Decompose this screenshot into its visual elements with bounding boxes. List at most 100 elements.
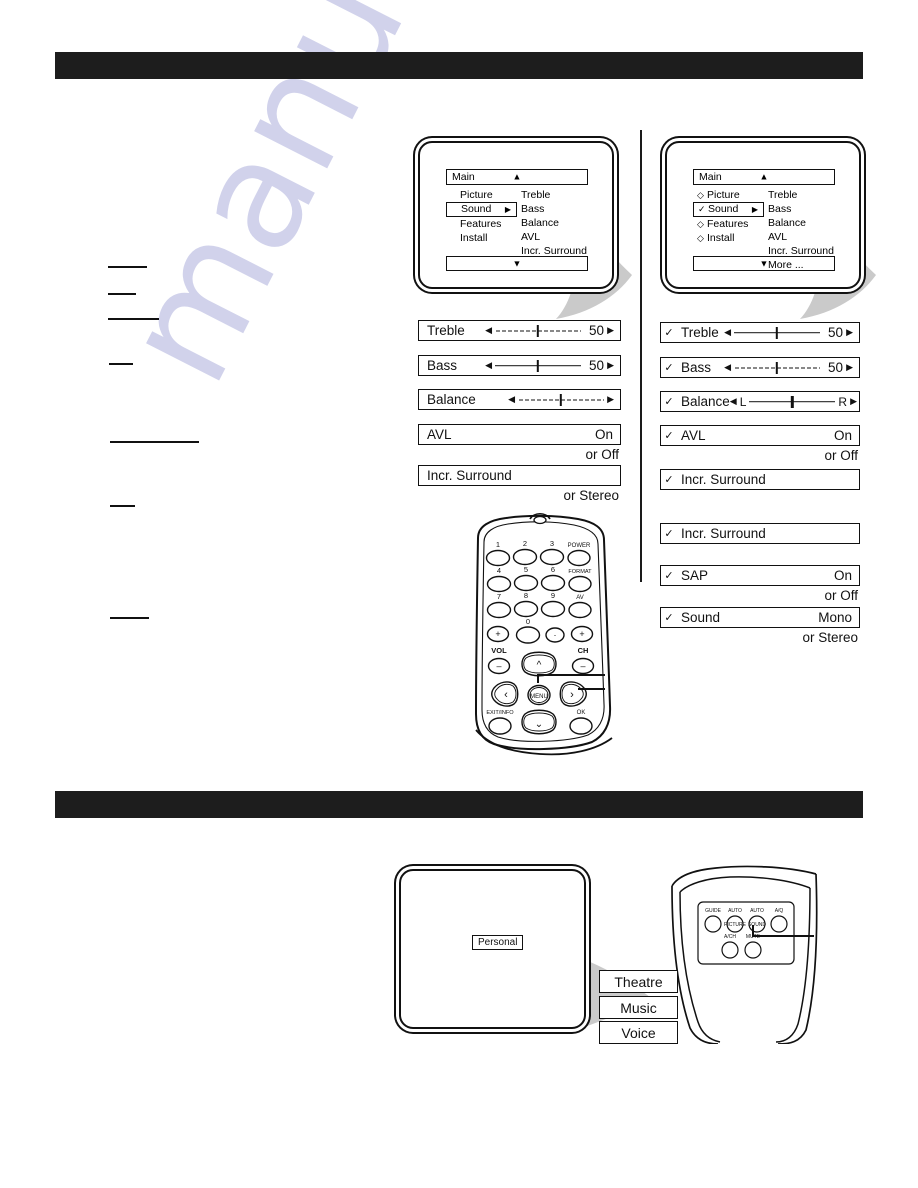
theatre-option[interactable]: Theatre [599, 970, 678, 993]
triangle-left-icon[interactable]: ◀ [508, 395, 515, 404]
svg-text:VOL: VOL [491, 646, 507, 655]
check-icon: ✓ [698, 204, 706, 214]
incr-surround-bar[interactable]: Incr. Surround [418, 465, 621, 486]
setting-value: On [594, 427, 613, 442]
svg-text:CH: CH [578, 646, 589, 655]
personal-badge: Personal [472, 935, 524, 950]
svg-text:3: 3 [550, 539, 554, 548]
slider-control[interactable]: ◀ L R ▶ [730, 395, 863, 409]
osd-item-picture[interactable]: ◇ Picture [693, 188, 764, 202]
slider-control[interactable]: ◀ ▶ [508, 393, 620, 406]
voice-option[interactable]: Voice [599, 1021, 678, 1044]
triangle-right-icon[interactable]: ▶ [846, 363, 853, 372]
check-icon: ✓ [664, 430, 674, 442]
slider-track[interactable] [495, 359, 582, 372]
slider-track[interactable] [734, 326, 821, 339]
osd-submenu-item[interactable]: Balance [764, 216, 835, 230]
osd-submenu-item[interactable]: Bass [517, 202, 588, 216]
triangle-left-icon[interactable]: ◀ [724, 328, 731, 337]
svg-text:4: 4 [497, 566, 501, 575]
svg-text:–: – [496, 661, 501, 671]
slider-knob[interactable] [791, 395, 794, 408]
setting-alternate-note: or Stereo [563, 488, 619, 503]
diamond-icon: ◇ [697, 219, 704, 229]
setting-value: On [833, 428, 852, 443]
osd-item-features[interactable]: ◇ Features [693, 217, 764, 231]
top-section-bar [55, 52, 863, 79]
triangle-left-icon[interactable]: ◀ [730, 397, 737, 406]
triangle-right-icon[interactable]: ▶ [607, 395, 614, 404]
osd-submenu-item[interactable]: Balance [517, 216, 588, 230]
osd-submenu-item[interactable]: Bass [764, 202, 835, 216]
slider-track[interactable] [518, 393, 605, 406]
setting-value: On [833, 568, 852, 583]
sound-bar-checked[interactable]: ✓ Sound Mono [660, 607, 860, 628]
incr-surround-bar-checked-2[interactable]: ✓ Incr. Surround [660, 523, 860, 544]
triangle-right-icon[interactable]: ▶ [607, 326, 614, 335]
osd-item-install[interactable]: ◇ Install [693, 231, 764, 245]
incr-surround-bar-checked[interactable]: ✓ Incr. Surround [660, 469, 860, 490]
triangle-left-icon[interactable]: ◀ [485, 361, 492, 370]
slider-knob[interactable] [536, 359, 540, 372]
chevron-up-icon: ▲ [512, 171, 522, 182]
slider-control[interactable]: ◀ 50 ▶ [724, 325, 859, 340]
avl-bar-checked[interactable]: ✓ AVL On [660, 425, 860, 446]
body-rule-1 [108, 293, 136, 295]
triangle-left-icon[interactable]: ◀ [724, 363, 731, 372]
svg-text:AV: AV [576, 595, 584, 601]
avl-bar[interactable]: AVL On [418, 424, 621, 445]
osd-submenu-item[interactable]: Treble [517, 188, 588, 202]
triangle-right-icon[interactable]: ▶ [846, 328, 853, 337]
bass-bar[interactable]: Bass ◀ 50 ▶ [418, 355, 621, 376]
triangle-right-icon[interactable]: ▶ [607, 361, 614, 370]
slider-value: 50 [828, 360, 844, 375]
setting-value: Mono [818, 610, 852, 625]
slider-knob[interactable] [536, 324, 540, 337]
slider-knob[interactable] [775, 326, 779, 339]
slider-track[interactable] [749, 395, 836, 408]
slider-knob[interactable] [559, 393, 563, 406]
slider-track[interactable] [495, 324, 582, 337]
setting-label: Bass [681, 360, 712, 375]
treble-bar[interactable]: Treble ◀ 50 ▶ [418, 320, 621, 341]
osd-item-install[interactable]: Install [446, 231, 517, 245]
osd-item-picture[interactable]: Picture [446, 188, 517, 202]
svg-text:+: + [495, 629, 500, 639]
balance-bar[interactable]: Balance ◀ ▶ [418, 389, 621, 410]
osd-item-sound[interactable]: ✓ Sound ▶ [693, 202, 764, 217]
slider-value: 50 [589, 358, 605, 373]
svg-text:8: 8 [524, 591, 528, 600]
column-divider [640, 130, 642, 582]
slider-control[interactable]: ◀ 50 ▶ [485, 323, 620, 338]
triangle-left-icon[interactable]: ◀ [485, 326, 492, 335]
treble-bar-checked[interactable]: ✓ Treble ◀ 50 ▶ [660, 322, 860, 343]
osd-item-sound[interactable]: Sound ▶ [446, 202, 517, 217]
chevron-down-icon: ▼ [759, 258, 769, 268]
check-icon: ✓ [664, 396, 674, 408]
osd-item-features[interactable]: Features [446, 217, 517, 231]
svg-text:⌄: ⌄ [535, 719, 543, 730]
balance-bar-checked[interactable]: ✓ Balance ◀ L R ▶ [660, 391, 860, 412]
slider-control[interactable]: ◀ 50 ▶ [724, 360, 859, 375]
osd-title-text: Main [452, 171, 475, 183]
svg-text:5: 5 [524, 565, 528, 574]
osd-submenu-item[interactable]: AVL [764, 230, 835, 244]
triangle-right-icon[interactable]: ▶ [850, 397, 857, 406]
osd-submenu-item[interactable]: Treble [764, 188, 835, 202]
chevron-right-icon: ▶ [751, 204, 758, 214]
svg-text:A/CH: A/CH [724, 934, 736, 940]
callout-line-drop [537, 674, 540, 683]
bass-bar-checked[interactable]: ✓ Bass ◀ 50 ▶ [660, 357, 860, 378]
sap-bar-checked[interactable]: ✓ SAP On [660, 565, 860, 586]
svg-text:POWER: POWER [568, 543, 591, 549]
slider-value: 50 [589, 323, 605, 338]
chevron-up-icon: ▲ [759, 171, 769, 182]
slider-track[interactable] [734, 361, 821, 374]
setting-label: Treble [681, 325, 719, 340]
slider-knob[interactable] [775, 361, 779, 374]
svg-text:SOUND: SOUND [748, 922, 766, 928]
slider-control[interactable]: ◀ 50 ▶ [485, 358, 620, 373]
body-rule-0 [108, 266, 147, 268]
osd-submenu-item[interactable]: AVL [517, 230, 588, 244]
music-option[interactable]: Music [599, 996, 678, 1019]
